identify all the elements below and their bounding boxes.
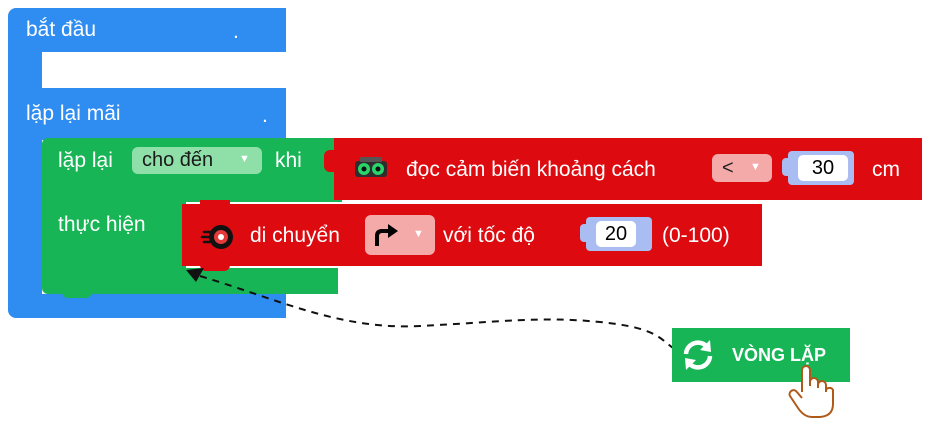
loop-refresh-icon [683, 340, 713, 370]
pointing-hand-icon [788, 365, 834, 418]
